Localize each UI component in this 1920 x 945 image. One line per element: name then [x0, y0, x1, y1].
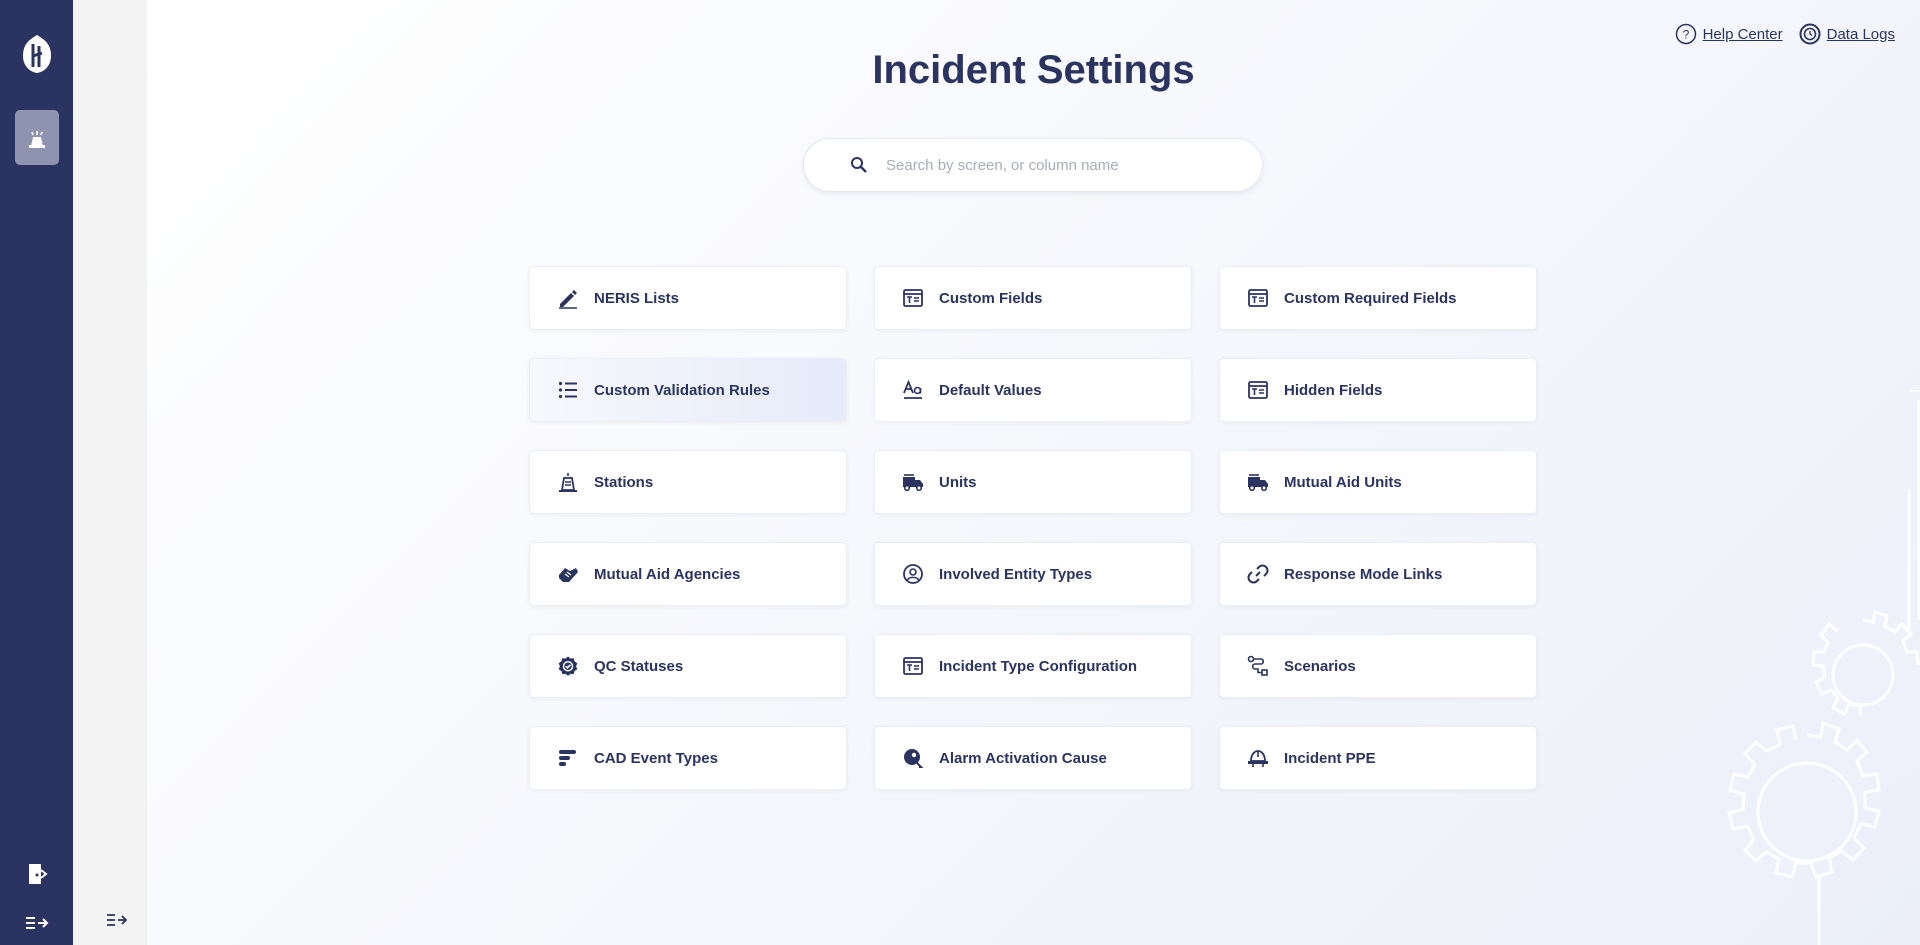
card-label: CAD Event Types: [594, 749, 718, 767]
card-label: Custom Fields: [939, 289, 1043, 307]
fire-station-icon: [29, 130, 45, 148]
card-label: Custom Validation Rules: [594, 381, 770, 399]
form-table-icon: [902, 655, 924, 677]
card-incident-type-configuration[interactable]: Incident Type Configuration: [874, 634, 1192, 698]
fire-truck-icon: [1247, 471, 1269, 493]
card-label: Default Values: [939, 381, 1042, 399]
person-circle-icon: [902, 563, 924, 585]
card-alarm-activation-cause[interactable]: Alarm Activation Cause: [874, 726, 1192, 790]
card-label: Alarm Activation Cause: [939, 749, 1107, 767]
card-neris-lists[interactable]: NERIS Lists: [529, 266, 847, 330]
form-table-icon: [902, 287, 924, 309]
help-center-link[interactable]: ? Help Center: [1675, 23, 1783, 45]
pen-icon: [557, 287, 579, 309]
card-mutual-aid-units[interactable]: Mutual Aid Units: [1219, 450, 1537, 514]
card-incident-ppe[interactable]: Incident PPE: [1219, 726, 1537, 790]
card-label: Scenarios: [1284, 657, 1356, 675]
search-icon: [851, 157, 867, 173]
fire-truck-icon: [902, 471, 924, 493]
collapse-sidebar-icon[interactable]: [24, 911, 50, 935]
card-label: Hidden Fields: [1284, 381, 1383, 399]
card-label: Mutual Aid Agencies: [594, 565, 741, 583]
badge-check-icon: [557, 655, 579, 677]
card-label: Response Mode Links: [1284, 565, 1443, 583]
card-label: Units: [939, 473, 977, 491]
main-content: ? Help Center Data Logs Incident Setting…: [147, 0, 1920, 945]
gears-decoration-icon: [1727, 390, 1920, 945]
card-custom-fields[interactable]: Custom Fields: [874, 266, 1192, 330]
card-label: Involved Entity Types: [939, 565, 1093, 583]
exit-door-icon[interactable]: [24, 862, 50, 886]
page-title: Incident Settings: [872, 48, 1195, 92]
text-style-icon: [902, 379, 924, 401]
card-label: NERIS Lists: [594, 289, 680, 307]
card-custom-required-fields[interactable]: Custom Required Fields: [1219, 266, 1537, 330]
help-circle-icon: ?: [1675, 23, 1696, 45]
alarm-icon: [902, 747, 924, 769]
card-stations[interactable]: Stations: [529, 450, 847, 514]
sidebar: [0, 0, 73, 945]
card-label: Incident Type Configuration: [939, 657, 1138, 675]
svg-text:?: ?: [1682, 28, 1689, 42]
fire-station-icon: [557, 471, 579, 493]
search-bar[interactable]: [803, 138, 1263, 192]
search-input[interactable]: [884, 155, 1248, 175]
incident-nav-button[interactable]: [15, 110, 59, 165]
list-icon: [557, 379, 579, 401]
link-icon: [1247, 563, 1269, 585]
history-icon: [1799, 23, 1821, 45]
app-logo-icon[interactable]: [20, 34, 54, 74]
data-logs-label: Data Logs: [1826, 25, 1895, 43]
form-table-icon: [1247, 287, 1269, 309]
helmet-icon: [1247, 747, 1269, 769]
card-cad-event-types[interactable]: CAD Event Types: [529, 726, 847, 790]
form-table-icon: [1247, 379, 1269, 401]
data-logs-link[interactable]: Data Logs: [1799, 23, 1895, 45]
card-default-values[interactable]: Default Values: [874, 358, 1192, 422]
card-custom-validation-rules[interactable]: Custom Validation Rules: [529, 358, 847, 422]
card-label: Mutual Aid Units: [1284, 473, 1402, 491]
card-response-mode-links[interactable]: Response Mode Links: [1219, 542, 1537, 606]
card-label: Custom Required Fields: [1284, 289, 1457, 307]
card-mutual-aid-agencies[interactable]: Mutual Aid Agencies: [529, 542, 847, 606]
card-involved-entity-types[interactable]: Involved Entity Types: [874, 542, 1192, 606]
card-label: QC Statuses: [594, 657, 684, 675]
bars-icon: [557, 747, 579, 769]
card-label: Stations: [594, 473, 654, 491]
handshake-icon: [557, 563, 579, 585]
secondary-panel: [73, 0, 147, 945]
card-hidden-fields[interactable]: Hidden Fields: [1219, 358, 1537, 422]
card-units[interactable]: Units: [874, 450, 1192, 514]
route-icon: [1247, 655, 1269, 677]
help-center-label: Help Center: [1702, 25, 1783, 43]
card-label: Incident PPE: [1284, 749, 1376, 767]
card-qc-statuses[interactable]: QC Statuses: [529, 634, 847, 698]
card-scenarios[interactable]: Scenarios: [1219, 634, 1537, 698]
top-links: ? Help Center Data Logs: [1675, 23, 1895, 45]
expand-panel-icon[interactable]: [106, 911, 128, 929]
